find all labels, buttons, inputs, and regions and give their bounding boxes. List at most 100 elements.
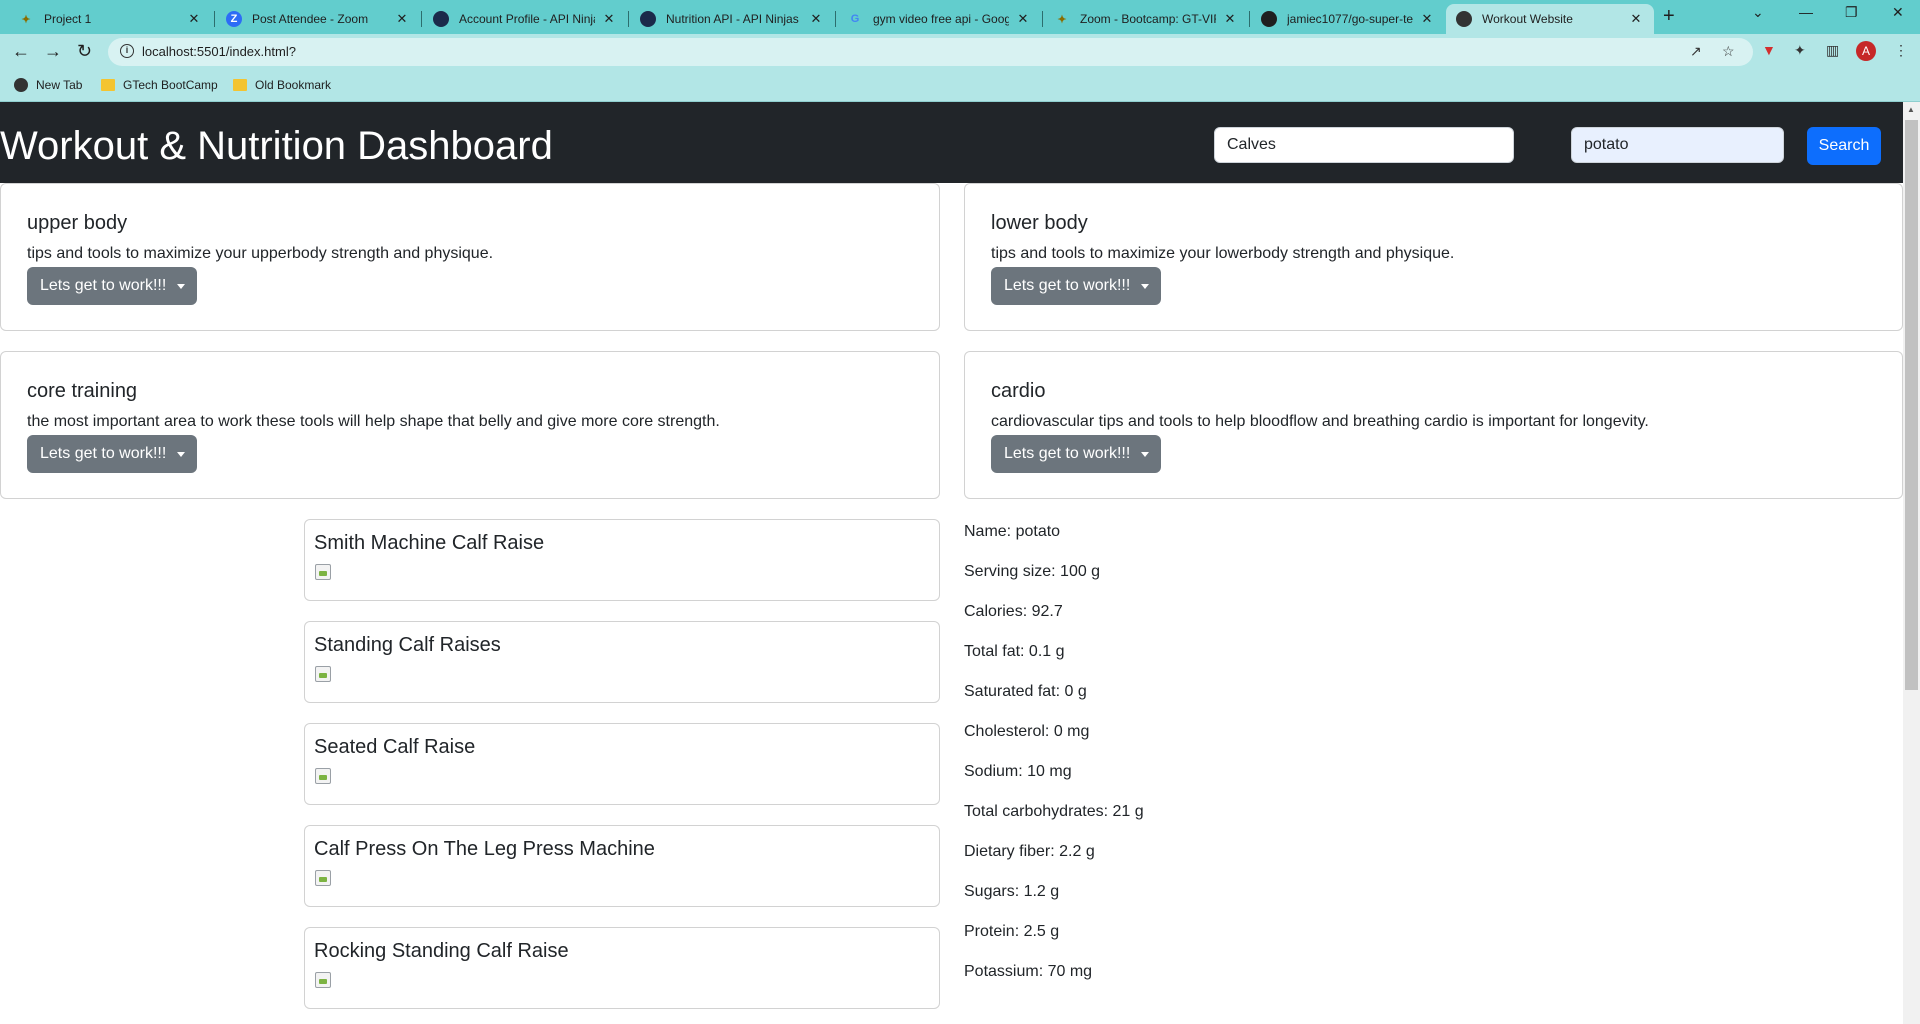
close-icon[interactable]: ✕	[186, 11, 202, 27]
card-text: tips and tools to maximize your lowerbod…	[991, 245, 1455, 262]
nutrition-protein: Protein: 2.5 g	[964, 923, 1060, 940]
tab-project-1[interactable]: ✦ Project 1 ✕	[8, 4, 212, 34]
tab-separator	[835, 11, 836, 27]
workout-search-input[interactable]	[1214, 127, 1514, 163]
menu-icon[interactable]: ⋮	[1894, 42, 1908, 59]
new-tab-icon[interactable]: +	[1663, 5, 1675, 28]
nutrition-name: Name: potato	[964, 523, 1061, 540]
forward-icon[interactable]: →	[44, 41, 62, 62]
exercise-card: Standing Calf Raises	[304, 621, 940, 703]
exercise-card: Seated Calf Raise	[304, 723, 940, 805]
close-icon[interactable]: ✕	[1419, 11, 1435, 27]
card-title: core training	[27, 380, 138, 402]
back-icon[interactable]: ←	[12, 41, 30, 62]
exercise-card: Smith Machine Calf Raise	[304, 519, 940, 601]
dropdown-button-lower-body[interactable]: Lets get to work!!!	[991, 267, 1161, 305]
exercise-title: Standing Calf Raises	[314, 634, 501, 656]
bookmark-label: Old Bookmark	[255, 78, 332, 92]
tab-zoom-bootcamp[interactable]: ✦ Zoom - Bootcamp: GT-VIRT ✕	[1044, 4, 1248, 34]
tab-google-search[interactable]: G gym video free api - Google ✕	[837, 4, 1041, 34]
close-icon[interactable]: ✕	[1222, 11, 1238, 27]
close-icon[interactable]: ✕	[1628, 11, 1644, 27]
card-text: cardiovascular tips and tools to help bl…	[991, 413, 1649, 430]
site-info-icon[interactable]: i	[120, 44, 134, 58]
dashboard-header: Workout & Nutrition Dashboard Search	[0, 102, 1903, 183]
tab-workout-website[interactable]: Workout Website ✕	[1446, 4, 1654, 34]
tab-title: Project 1	[44, 12, 92, 26]
tab-title: gym video free api - Google	[873, 12, 1009, 26]
dropdown-button-cardio[interactable]: Lets get to work!!!	[991, 435, 1161, 473]
reload-icon[interactable]: ↻	[77, 41, 92, 62]
close-icon[interactable]: ✕	[601, 11, 617, 27]
address-bar[interactable]: i localhost:5501/index.html?	[108, 38, 1753, 66]
bookmark-new-tab[interactable]: New Tab	[14, 78, 82, 92]
food-search-input[interactable]	[1571, 127, 1784, 163]
tab-separator	[1249, 11, 1250, 27]
nutrition-total-carbohydrates: Total carbohydrates: 21 g	[964, 803, 1144, 820]
nutrition-potassium: Potassium: 70 mg	[964, 963, 1093, 980]
broken-image-icon	[315, 666, 331, 682]
tab-title: Workout Website	[1482, 12, 1573, 26]
close-icon[interactable]: ✕	[808, 11, 824, 27]
exercise-title: Calf Press On The Leg Press Machine	[314, 838, 655, 860]
nutrition-cholesterol: Cholesterol: 0 mg	[964, 723, 1090, 740]
tab-separator	[421, 11, 422, 27]
bookmark-star-icon[interactable]: ☆	[1722, 43, 1735, 60]
caret-down-icon	[177, 452, 185, 457]
vertical-scrollbar[interactable]: ▲	[1903, 102, 1920, 1024]
tab-search-icon[interactable]: ⌄	[1752, 4, 1764, 21]
extensions-icon[interactable]: ✦	[1794, 42, 1806, 59]
dropdown-label: Lets get to work!!!	[40, 277, 167, 294]
tab-separator	[628, 11, 629, 27]
nutrition-saturated-fat: Saturated fat: 0 g	[964, 683, 1087, 700]
address-toolbar: ← → ↻ i localhost:5501/index.html? ↗ ☆	[0, 34, 1920, 70]
tab-github[interactable]: jamiec1077/go-super-team ✕	[1251, 4, 1445, 34]
bookmark-gtech-bootcamp[interactable]: GTech BootCamp	[101, 78, 218, 92]
tab-title: jamiec1077/go-super-team	[1287, 12, 1413, 26]
close-icon[interactable]: ✕	[394, 11, 410, 27]
bookmark-old-bookmark[interactable]: Old Bookmark	[233, 78, 331, 92]
pocket-extension-icon[interactable]: ▼	[1762, 42, 1776, 58]
globe-icon	[14, 78, 28, 92]
nutrition-dietary-fiber: Dietary fiber: 2.2 g	[964, 843, 1095, 860]
exercise-card: Calf Press On The Leg Press Machine	[304, 825, 940, 907]
card-title: lower body	[991, 212, 1088, 234]
dropdown-button-upper-body[interactable]: Lets get to work!!!	[27, 267, 197, 305]
nutrition-sugars: Sugars: 1.2 g	[964, 883, 1060, 900]
github-icon	[1261, 11, 1277, 27]
exercise-title: Rocking Standing Calf Raise	[314, 940, 569, 962]
tab-title: Nutrition API - API Ninjas	[666, 12, 799, 26]
tab-separator	[214, 11, 215, 27]
side-panel-icon[interactable]: ▥	[1826, 42, 1839, 59]
restore-icon[interactable]: ❐	[1845, 4, 1858, 21]
tab-strip: ✦ Project 1 ✕ Z Post Attendee - Zoom ✕ A…	[0, 0, 1920, 34]
dropdown-button-core-training[interactable]: Lets get to work!!!	[27, 435, 197, 473]
close-icon[interactable]: ✕	[1015, 11, 1031, 27]
card-text: the most important area to work these to…	[27, 413, 720, 430]
share-icon[interactable]: ↗	[1690, 43, 1702, 60]
bee-icon: ✦	[1057, 13, 1067, 26]
folder-icon	[101, 79, 115, 91]
search-button[interactable]: Search	[1807, 127, 1881, 165]
scroll-up-icon[interactable]: ▲	[1907, 105, 1915, 114]
scrollbar-thumb[interactable]	[1905, 120, 1918, 690]
broken-image-icon	[315, 564, 331, 580]
tab-title: Zoom - Bootcamp: GT-VIRT	[1080, 12, 1216, 26]
exercise-title: Seated Calf Raise	[314, 736, 476, 758]
category-card-cardio: cardio cardiovascular tips and tools to …	[964, 351, 1903, 499]
card-title: cardio	[991, 380, 1046, 402]
nutrition-sodium: Sodium: 10 mg	[964, 763, 1072, 780]
avatar[interactable]: A	[1856, 41, 1876, 61]
tab-nutrition-api[interactable]: Nutrition API - API Ninjas ✕	[630, 4, 834, 34]
ninja-icon	[640, 11, 656, 27]
close-window-icon[interactable]: ✕	[1892, 4, 1904, 21]
minimize-icon[interactable]: —	[1799, 4, 1813, 20]
caret-down-icon	[1141, 284, 1149, 289]
globe-icon	[1456, 11, 1472, 27]
tab-post-attendee-zoom[interactable]: Z Post Attendee - Zoom ✕	[216, 4, 420, 34]
tab-account-profile[interactable]: Account Profile - API Ninjas ✕	[423, 4, 627, 34]
url-text: localhost:5501/index.html?	[142, 44, 296, 59]
page-viewport: Workout & Nutrition Dashboard Search upp…	[0, 102, 1903, 1024]
caret-down-icon	[1141, 452, 1149, 457]
card-title: upper body	[27, 212, 128, 234]
